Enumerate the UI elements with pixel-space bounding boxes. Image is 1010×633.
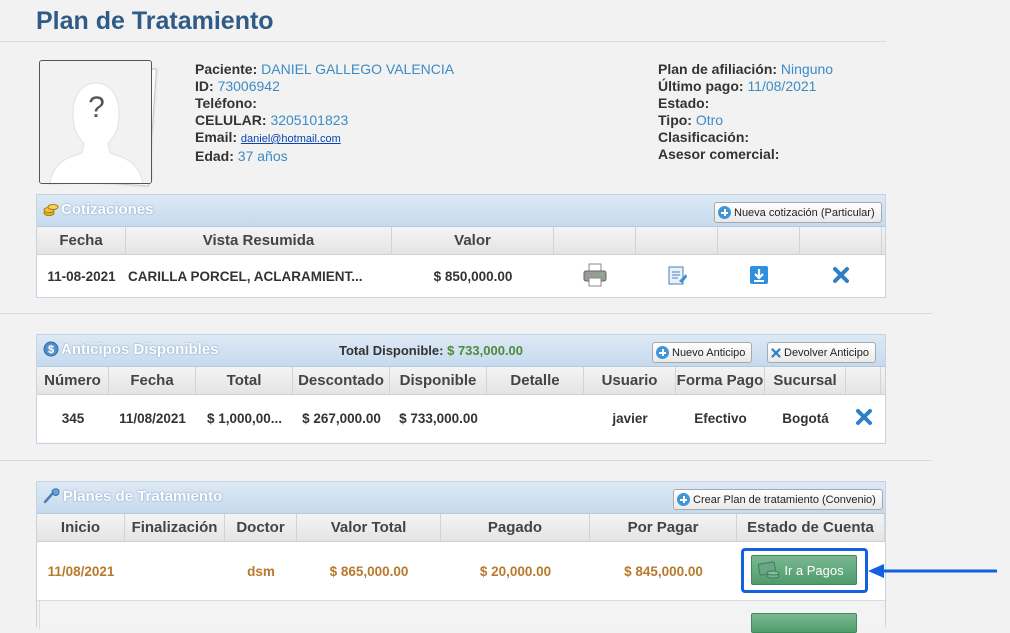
patient-name: DANIEL GALLEGO VALENCIA bbox=[261, 61, 455, 77]
cotizaciones-table-header: Fecha Vista Resumida Valor bbox=[37, 227, 885, 255]
anticipos-header: $ Anticipos Disponibles Total Disponible… bbox=[37, 335, 885, 367]
asesor-comercial-row: Asesor comercial: bbox=[658, 146, 780, 162]
col-pagado[interactable]: Pagado bbox=[441, 514, 590, 541]
delete-x-icon[interactable] bbox=[855, 408, 873, 429]
page-title: Plan de Tratamiento bbox=[36, 7, 274, 35]
patient-cell: 3205101823 bbox=[270, 112, 349, 128]
printer-icon[interactable] bbox=[582, 263, 608, 290]
close-icon bbox=[771, 347, 781, 358]
patient-age: 37 años bbox=[237, 148, 288, 164]
patient-phone-row: Teléfono: bbox=[195, 95, 257, 111]
planes-table-header: Inicio Finalización Doctor Valor Total P… bbox=[37, 514, 885, 542]
col-doctor[interactable]: Doctor bbox=[225, 514, 297, 541]
col-estado-cuenta[interactable]: Estado de Cuenta bbox=[737, 514, 885, 541]
section-divider bbox=[0, 313, 932, 314]
question-mark: ? bbox=[88, 91, 105, 124]
tooth-tool-icon bbox=[43, 488, 61, 508]
col-edit bbox=[636, 227, 718, 254]
col-por-pagar[interactable]: Por Pagar bbox=[590, 514, 737, 541]
planes-title: Planes de Tratamiento bbox=[43, 488, 222, 508]
col-valor-total[interactable]: Valor Total bbox=[297, 514, 441, 541]
col-fecha[interactable]: Fecha bbox=[37, 227, 126, 254]
col-disponible[interactable]: Disponible bbox=[390, 367, 487, 394]
col-print bbox=[554, 227, 636, 254]
col-sucursal[interactable]: Sucursal bbox=[765, 367, 846, 394]
cotizaciones-panel: Cotizaciones Nueva cotización (Particula… bbox=[36, 194, 886, 298]
title-divider bbox=[0, 41, 886, 42]
photo-placeholder: ? bbox=[39, 60, 152, 184]
money-icon bbox=[757, 561, 782, 584]
col-total[interactable]: Total bbox=[196, 367, 293, 394]
patient-name-row: Paciente: DANIEL GALLEGO VALENCIA bbox=[195, 61, 455, 77]
col-actions bbox=[846, 367, 881, 394]
col-finalizacion[interactable]: Finalización bbox=[125, 514, 225, 541]
estado-row: Estado: bbox=[658, 95, 710, 111]
delete-x-icon[interactable] bbox=[832, 266, 850, 287]
col-descontado[interactable]: Descontado bbox=[293, 367, 390, 394]
ir-a-pagos-button[interactable]: Ir a Pagos bbox=[751, 555, 857, 585]
cotizaciones-header: Cotizaciones Nueva cotización (Particula… bbox=[37, 195, 885, 227]
plus-circle-icon bbox=[656, 346, 669, 359]
patient-info-right: Plan de afiliación: Ninguno Último pago:… bbox=[658, 61, 833, 163]
cotizaciones-title: Cotizaciones bbox=[43, 201, 154, 221]
patient-info-left: Paciente: DANIEL GALLEGO VALENCIA ID: 73… bbox=[195, 61, 454, 165]
ultimo-pago-row: Último pago: 11/08/2021 bbox=[658, 78, 817, 94]
anticipos-panel: $ Anticipos Disponibles Total Disponible… bbox=[36, 334, 886, 444]
col-numero[interactable]: Número bbox=[37, 367, 109, 394]
col-vista-resumida[interactable]: Vista Resumida bbox=[126, 227, 392, 254]
col-inicio[interactable]: Inicio bbox=[37, 514, 125, 541]
patient-id: 73006942 bbox=[217, 78, 280, 94]
planes-header: Planes de Tratamiento Crear Plan de trat… bbox=[37, 482, 885, 514]
patient-email-link[interactable]: daniel@hotmail.com bbox=[241, 133, 341, 145]
total-disponible-value: $ 733,000.00 bbox=[447, 343, 524, 358]
pay-button-partial[interactable] bbox=[751, 613, 857, 633]
coins-icon bbox=[43, 201, 59, 221]
devolver-anticipo-button[interactable]: Devolver Anticipo bbox=[767, 342, 876, 363]
crear-plan-button[interactable]: Crear Plan de tratamiento (Convenio) bbox=[673, 489, 883, 510]
col-valor[interactable]: Valor bbox=[392, 227, 554, 254]
dollar-circle-icon: $ bbox=[43, 341, 59, 361]
clasificacion-row: Clasificación: bbox=[658, 129, 750, 145]
plus-circle-icon bbox=[718, 206, 731, 219]
col-fecha[interactable]: Fecha bbox=[109, 367, 196, 394]
col-forma-pago[interactable]: Forma Pago bbox=[676, 367, 765, 394]
plus-circle-icon bbox=[677, 493, 690, 506]
col-detalle[interactable]: Detalle bbox=[487, 367, 584, 394]
col-delete bbox=[800, 227, 882, 254]
col-download bbox=[718, 227, 800, 254]
nuevo-anticipo-button[interactable]: Nuevo Anticipo bbox=[652, 342, 753, 363]
patient-cell-row: CELULAR: 3205101823 bbox=[195, 112, 349, 128]
patient-email-row: Email: daniel@hotmail.com bbox=[195, 129, 341, 145]
plan-afiliacion-row: Plan de afiliación: Ninguno bbox=[658, 61, 834, 77]
download-icon[interactable] bbox=[750, 265, 768, 287]
anticipos-title: $ Anticipos Disponibles bbox=[43, 341, 219, 361]
total-disponible: Total Disponible: $ 733,000.00 bbox=[339, 343, 524, 358]
arrow-left-icon bbox=[868, 564, 997, 578]
anticipos-table-header: Número Fecha Total Descontado Disponible… bbox=[37, 367, 885, 395]
patient-id-row: ID: 73006942 bbox=[195, 78, 280, 94]
nueva-cotizacion-button[interactable]: Nueva cotización (Particular) bbox=[714, 202, 882, 223]
table-row: 11-08-2021 CARILLA PORCEL, ACLARAMIENT..… bbox=[37, 255, 885, 297]
svg-text:$: $ bbox=[48, 344, 54, 356]
patient-age-row: Edad: 37 años bbox=[195, 148, 288, 164]
tipo-row: Tipo: Otro bbox=[658, 112, 724, 128]
edit-document-icon[interactable] bbox=[666, 264, 688, 289]
avatar: ? bbox=[39, 60, 157, 187]
col-usuario[interactable]: Usuario bbox=[584, 367, 676, 394]
table-row: 345 11/08/2021 $ 1,000,00... $ 267,000.0… bbox=[37, 395, 885, 442]
section-divider bbox=[0, 460, 932, 461]
